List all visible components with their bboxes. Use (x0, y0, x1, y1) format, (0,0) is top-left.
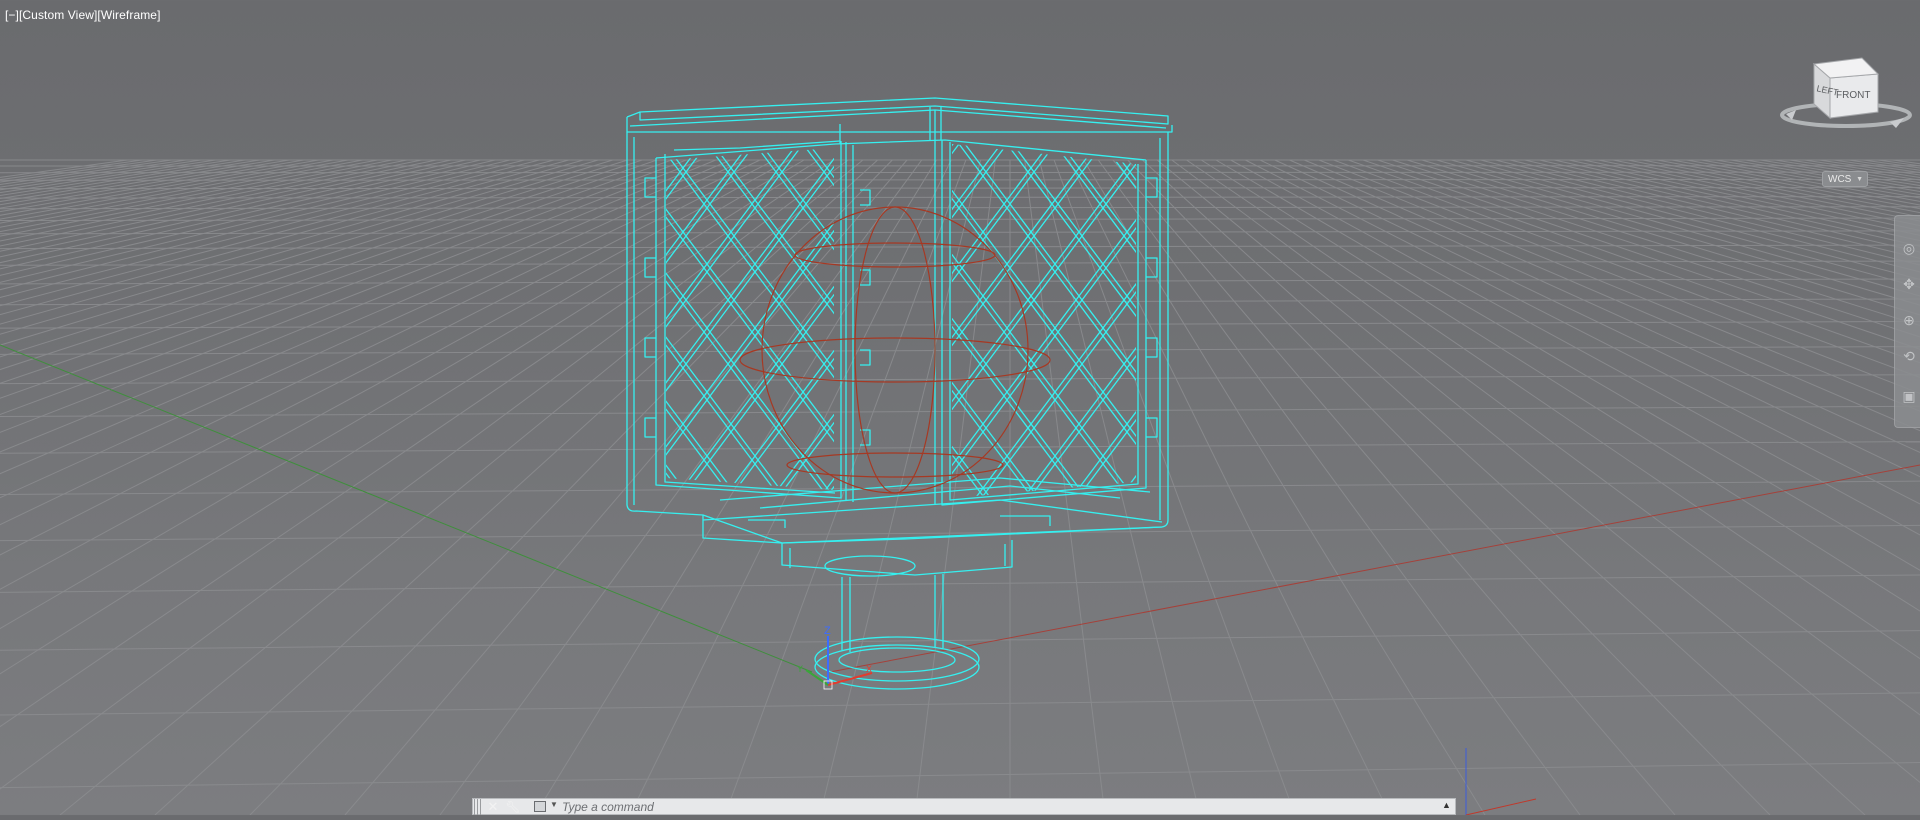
world-y-axis (0, 345, 812, 672)
customize-wrench-icon[interactable]: 🔧︎ (505, 799, 521, 815)
showmotion-icon[interactable]: ▣ (1899, 386, 1919, 406)
close-icon[interactable]: ✕ (485, 799, 501, 815)
recent-commands-dropdown-icon[interactable]: ▼ (550, 800, 558, 809)
ucs-menu[interactable]: WCS ▼ (1822, 171, 1868, 187)
steering-wheel-icon[interactable]: ◎ (1899, 238, 1919, 258)
viewcube-rotate-arrow-icon (1890, 118, 1904, 128)
orbit-icon[interactable]: ⟲ (1899, 346, 1919, 366)
ucs-menu-label: WCS (1828, 174, 1851, 185)
pan-icon[interactable]: ✥ (1899, 274, 1919, 294)
command-input[interactable] (562, 799, 1442, 814)
viewcube-front-label: FRONT (1836, 90, 1870, 101)
command-line-grip-icon[interactable] (474, 799, 482, 815)
viewport-controls-label[interactable]: [−][Custom View][Wireframe] (5, 8, 161, 22)
svg-text:Y: Y (797, 664, 803, 674)
svg-text:X: X (866, 664, 872, 674)
zoom-icon[interactable]: ⊕ (1899, 310, 1919, 330)
chevron-down-icon: ▼ (1856, 172, 1863, 188)
drawing-viewport[interactable]: Z Y X (0, 0, 1920, 815)
navigation-bar[interactable]: ◎ ✥ ⊕ ⟲ ▣ (1894, 215, 1920, 428)
command-history-up-icon[interactable]: ▲ (1442, 800, 1451, 810)
viewcube[interactable]: LEFT FRONT (1778, 52, 1914, 142)
svg-text:Z: Z (824, 625, 831, 637)
ground-grid (0, 160, 1920, 815)
command-prompt-icon[interactable] (534, 801, 546, 812)
